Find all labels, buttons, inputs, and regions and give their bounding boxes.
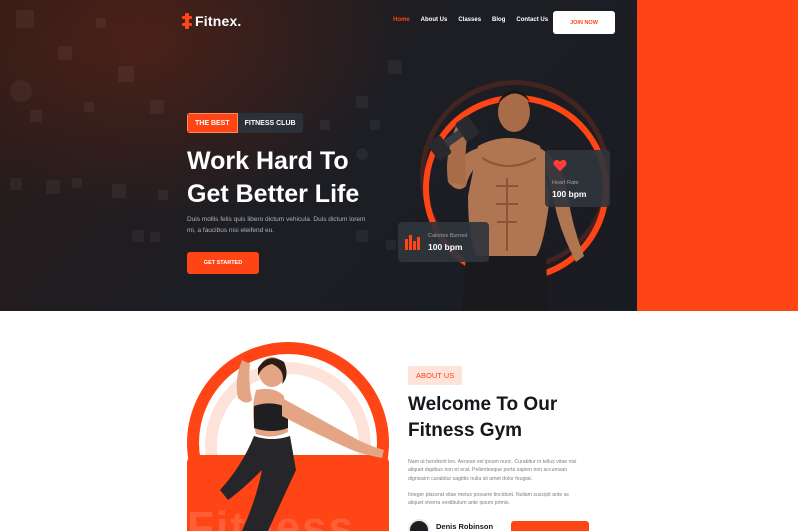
hero-title-line2: Get Better Life: [187, 180, 360, 208]
heart-icon: [553, 159, 567, 172]
heart-rate-value: 100 bpm: [552, 189, 587, 199]
decor-square: [320, 120, 330, 130]
hero-badge-secondary: FITNESS CLUB: [244, 119, 296, 127]
decor-square: [84, 102, 94, 112]
decor-square: [386, 240, 396, 250]
author: Denis Robinson: [408, 519, 493, 531]
fitness-woman-image: [220, 357, 384, 531]
decor-square: [58, 46, 72, 60]
about-paragraph-1-line2: aliquet dapibus non et erat. Pellentesqu…: [408, 467, 568, 474]
hero-description: Duis mollis felis quis libero dictum veh…: [187, 214, 387, 236]
decor-square: [96, 18, 106, 28]
about-paragraph-2-line2: aliquet viverra vestibulum ante ipsum pr…: [408, 500, 511, 507]
heart-rate-label: Heart Rate: [552, 180, 579, 186]
decor-circle: [10, 80, 32, 102]
decor-square: [356, 96, 368, 108]
avatar: [408, 519, 430, 531]
decor-square: [30, 110, 42, 122]
hero-title: Work Hard To Get Better Life: [187, 145, 417, 211]
hero-orange-panel: [637, 0, 798, 311]
hero-badge-primary: THE BEST: [187, 113, 238, 133]
heart-rate-card: Heart Rate 100 bpm: [545, 150, 610, 207]
decor-square: [150, 232, 160, 242]
decor-square: [46, 180, 60, 194]
hero-description-line2: mi, a faucibus nisi eleifend eu.: [187, 227, 275, 234]
join-now-button[interactable]: JOIN NOW: [553, 11, 615, 34]
decor-square: [132, 230, 144, 242]
main-nav: Home About Us Classes Blog Contact Us: [393, 17, 548, 23]
get-started-button[interactable]: GET STARTED: [187, 252, 259, 274]
logo-text: Fitnex.: [195, 13, 242, 29]
dumbbell-icon: [182, 13, 192, 29]
decor-square: [388, 60, 402, 74]
calories-card: Calories Burned 100 bpm: [398, 222, 489, 262]
nav-item-about-us[interactable]: About Us: [421, 17, 448, 23]
about-paragraph-1: Nam ut hendrerit leo. Aenean vel ipsum n…: [408, 458, 604, 483]
hero-badge: THE BEST FITNESS CLUB: [187, 113, 303, 133]
hero-section: Fitnex. Home About Us Classes Blog Conta…: [0, 0, 798, 311]
nav-item-home[interactable]: Home: [393, 17, 410, 23]
decor-square: [10, 178, 22, 190]
decor-square: [158, 190, 168, 200]
about-title-line1: Welcome To Our: [408, 394, 558, 415]
nav-item-blog[interactable]: Blog: [492, 17, 505, 23]
about-paragraph-2-line1: Integer placerat vitae metus posuere tin…: [408, 492, 570, 498]
decor-square: [16, 10, 34, 28]
nav-item-contact-us[interactable]: Contact Us: [516, 17, 548, 23]
decor-square: [72, 178, 82, 188]
decor-square: [150, 100, 164, 114]
about-title: Welcome To Our Fitness Gym: [408, 392, 618, 444]
hero-description-line1: Duis mollis felis quis libero dictum veh…: [187, 216, 366, 223]
decor-square: [118, 66, 134, 82]
nav-item-classes[interactable]: Classes: [458, 17, 481, 23]
about-tag: ABOUT US: [408, 366, 463, 385]
author-name: Denis Robinson: [436, 522, 494, 531]
about-paragraph-2: Integer placerat vitae metus posuere tin…: [408, 491, 604, 508]
bar-chart-icon: [405, 235, 420, 250]
about-paragraph-1-line3: dignissim curabitur sagittis nulla sit a…: [408, 475, 533, 482]
hero-title-line1: Work Hard To: [187, 147, 349, 175]
decor-square: [112, 184, 126, 198]
decor-square: [370, 120, 380, 130]
about-cta-button[interactable]: [511, 521, 589, 531]
logo[interactable]: Fitnex.: [182, 13, 242, 29]
about-title-line2: Fitness Gym: [408, 420, 523, 441]
calories-label: Calories Burned: [428, 232, 468, 239]
about-paragraph-1-line1: Nam ut hendrerit leo. Aenean vel ipsum n…: [408, 459, 577, 465]
calories-value: 100 bpm: [428, 241, 463, 252]
